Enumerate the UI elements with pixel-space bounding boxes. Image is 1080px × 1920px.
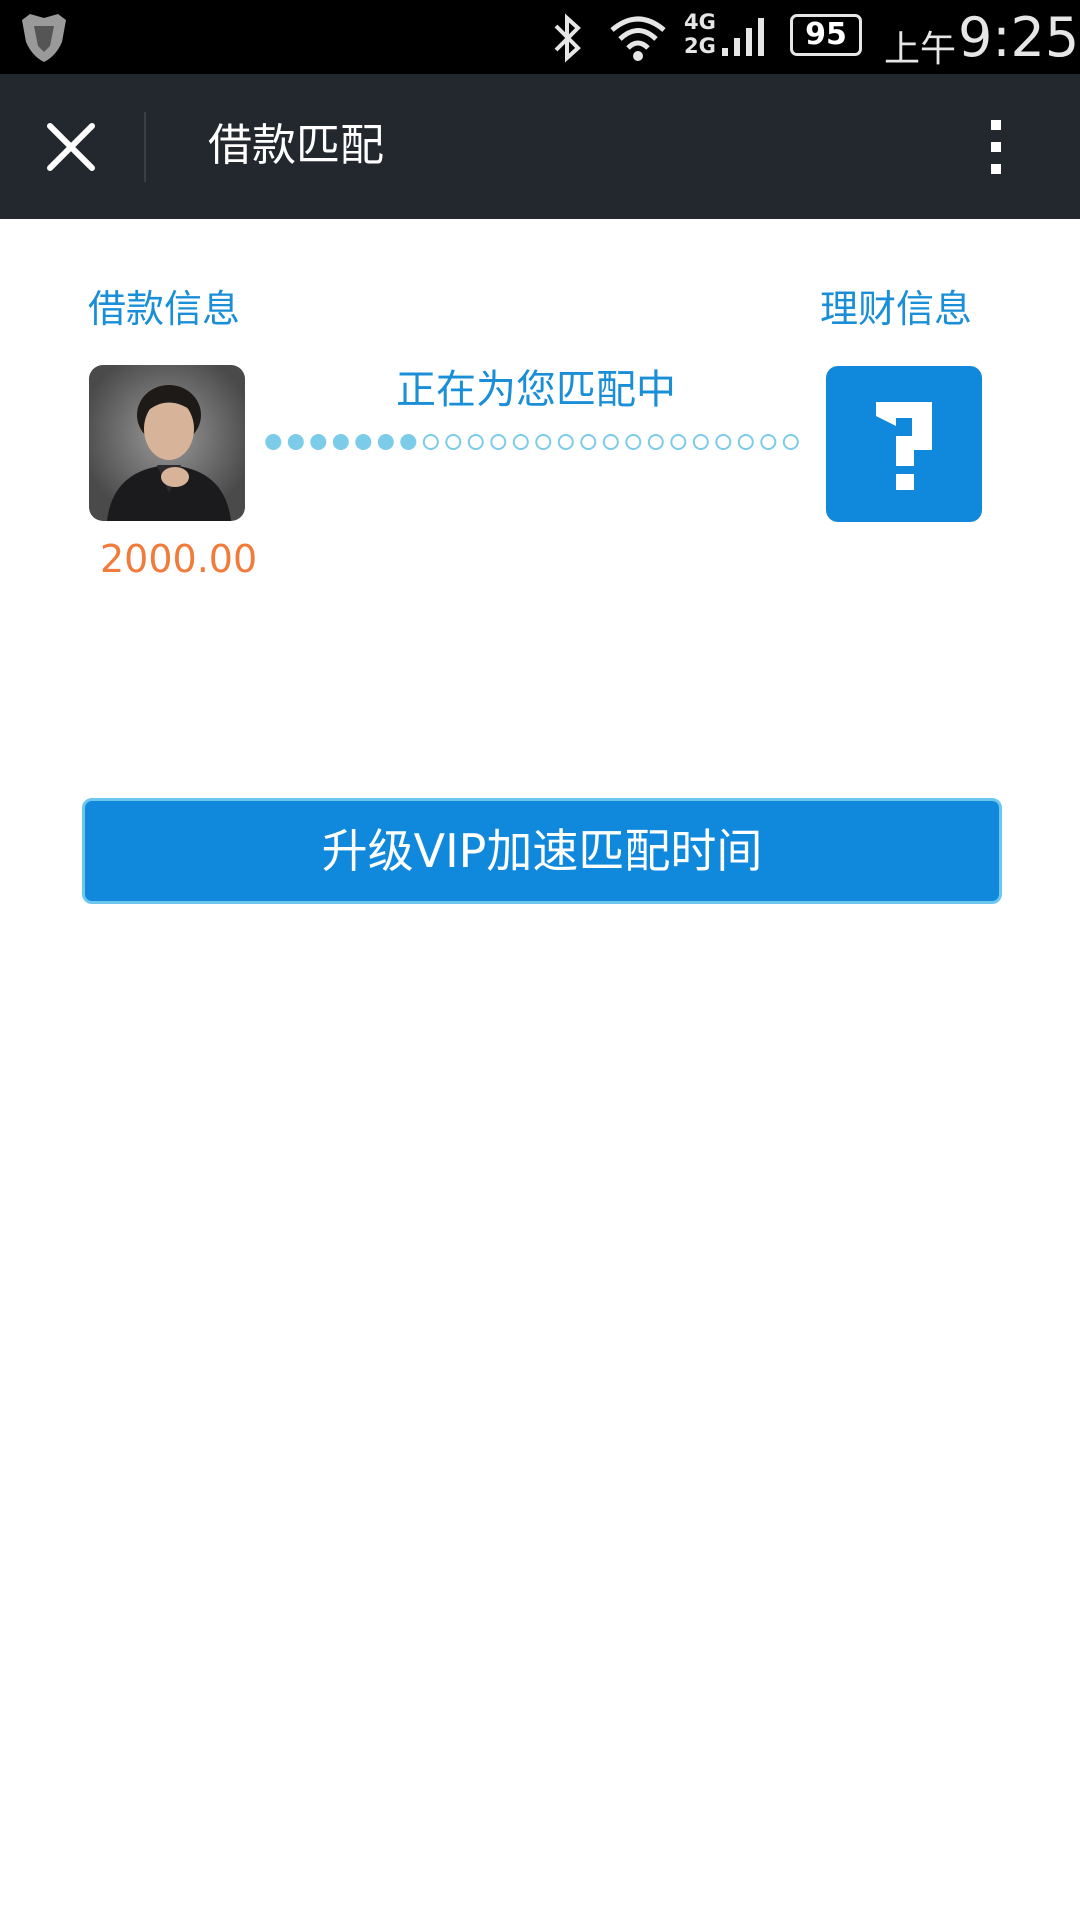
progress-dot-empty xyxy=(512,434,529,450)
progress-dot-empty xyxy=(580,434,597,450)
battery-indicator: 95 xyxy=(790,14,862,56)
progress-dot-empty xyxy=(490,434,507,450)
progress-dot-filled xyxy=(377,434,394,450)
progress-dot-filled xyxy=(287,434,304,450)
progress-dot-empty xyxy=(692,434,709,450)
progress-dot-empty xyxy=(715,434,732,450)
avatar[interactable] xyxy=(89,365,245,521)
matching-progress-dots xyxy=(265,434,799,450)
progress-dot-empty xyxy=(535,434,552,450)
progress-dot-empty xyxy=(467,434,484,450)
progress-dot-empty xyxy=(760,434,777,450)
network-type-label: 4G 2G xyxy=(684,10,716,58)
progress-dot-empty xyxy=(782,434,799,450)
loan-amount: 2000.00 xyxy=(100,537,258,581)
question-mark-icon xyxy=(876,402,932,490)
bluetooth-icon xyxy=(554,13,581,63)
progress-dot-filled xyxy=(355,434,372,450)
app-bar: 借款匹配 xyxy=(0,74,1080,219)
page-title: 借款匹配 xyxy=(208,120,384,171)
upgrade-vip-button[interactable]: 升级VIP加速匹配时间 xyxy=(82,798,1002,904)
progress-dot-empty xyxy=(670,434,687,450)
shield-icon xyxy=(22,14,66,62)
progress-dot-empty xyxy=(422,434,439,450)
more-options-icon[interactable] xyxy=(976,114,1016,178)
progress-dot-filled xyxy=(400,434,417,450)
app-bar-divider xyxy=(144,112,146,182)
progress-dot-filled xyxy=(310,434,327,450)
progress-dot-empty xyxy=(445,434,462,450)
status-bar: 4G 2G 95 上午 9:25 xyxy=(0,0,1080,74)
progress-dot-empty xyxy=(602,434,619,450)
matching-status-text: 正在为您匹配中 xyxy=(396,367,676,413)
progress-dot-filled xyxy=(332,434,349,450)
clock-time: 9:25 xyxy=(958,6,1080,69)
loan-info-label: 借款信息 xyxy=(88,287,241,331)
unknown-investor-placeholder xyxy=(826,366,982,522)
signal-icon xyxy=(722,18,764,56)
clock-ampm: 上午 xyxy=(884,29,957,70)
progress-dot-empty xyxy=(647,434,664,450)
progress-dot-empty xyxy=(737,434,754,450)
progress-dot-filled xyxy=(265,434,282,450)
progress-dot-empty xyxy=(557,434,574,450)
finance-info-label: 理财信息 xyxy=(820,287,973,331)
wifi-icon xyxy=(610,16,666,61)
progress-dot-empty xyxy=(625,434,642,450)
close-icon[interactable] xyxy=(40,116,102,178)
